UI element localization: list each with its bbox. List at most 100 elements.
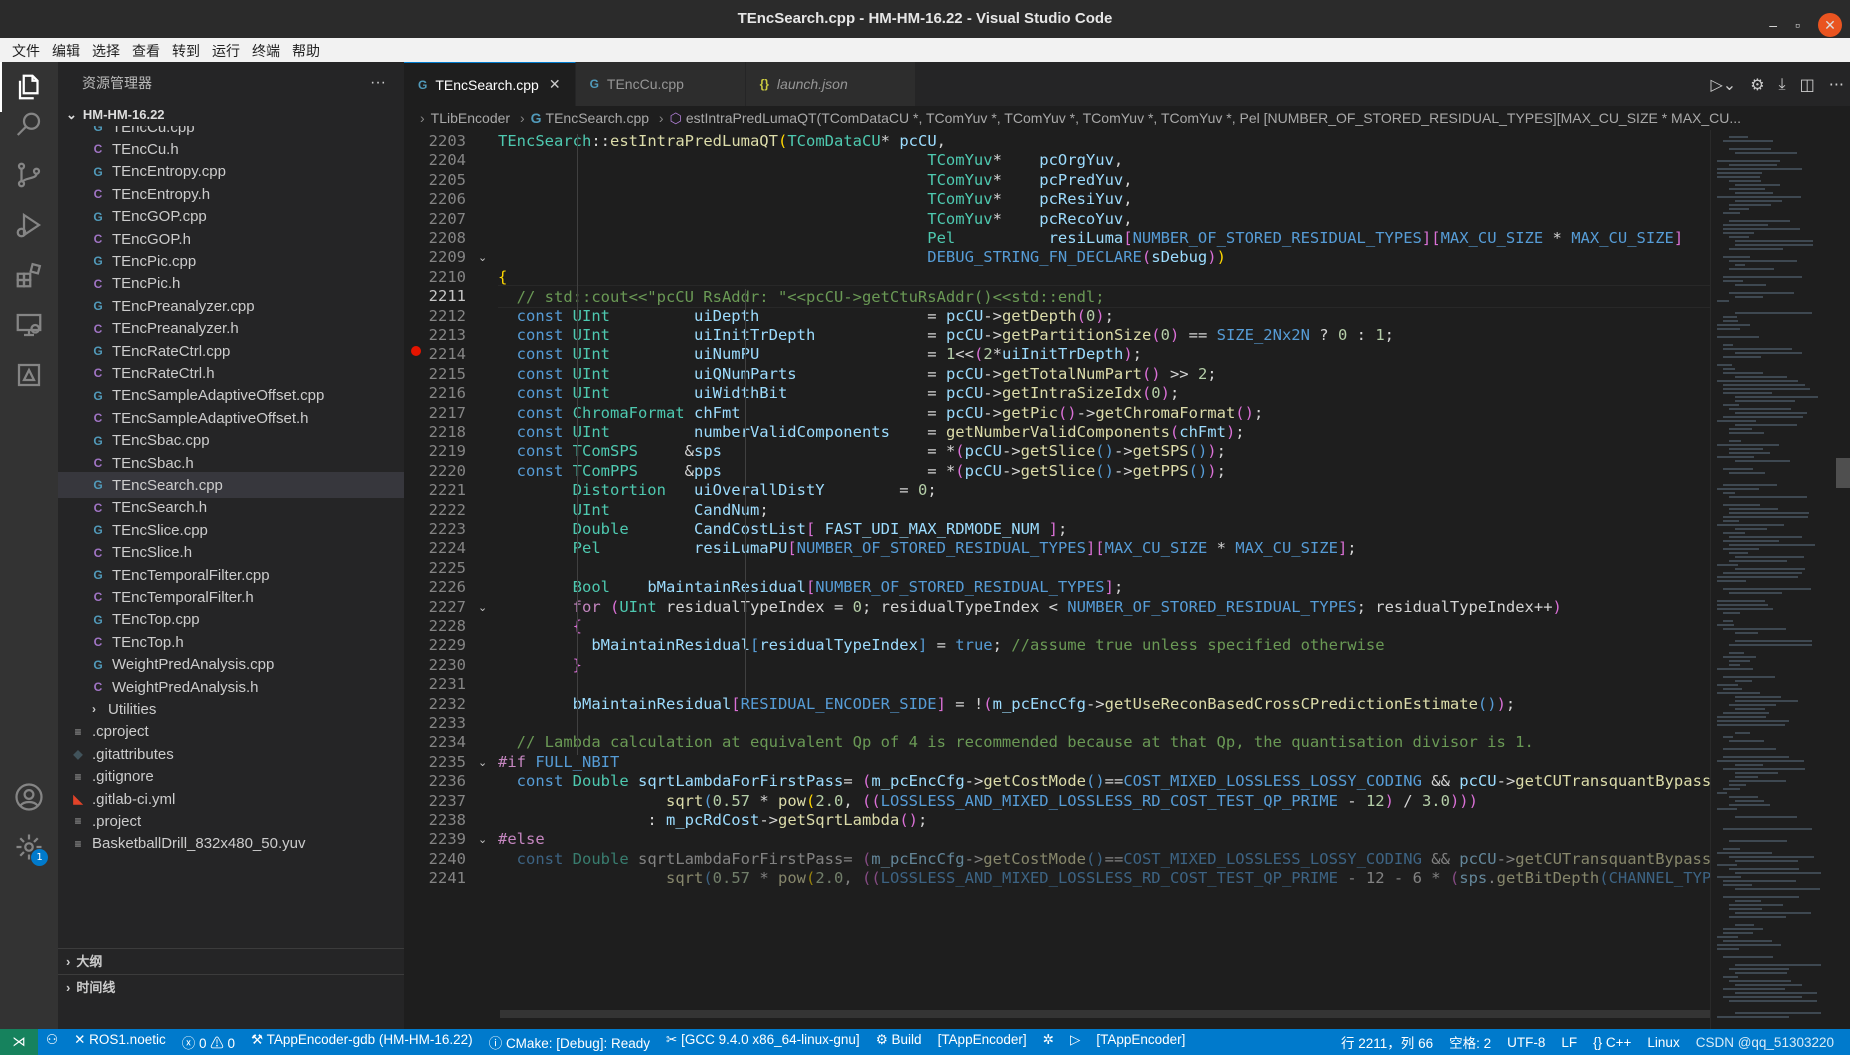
language-mode[interactable]: {} C++ bbox=[1585, 1035, 1639, 1050]
run-debug-dropdown-icon[interactable]: ▷⌄ bbox=[1710, 75, 1736, 94]
menu-go[interactable]: 转到 bbox=[166, 38, 206, 62]
file-item[interactable]: ≡ BasketballDrill_832x480_50.yuv bbox=[58, 831, 404, 857]
code-token: Pel bbox=[498, 229, 956, 247]
menu-file[interactable]: 文件 bbox=[6, 38, 46, 62]
debug-button[interactable]: ✲ bbox=[1035, 1032, 1062, 1052]
breadcrumb-item[interactable]: › TLibEncoder bbox=[414, 110, 510, 126]
ros-status[interactable]: ✕ ROS1.noetic bbox=[66, 1032, 174, 1052]
horizontal-scrollbar[interactable] bbox=[500, 1010, 1710, 1018]
minimap-line bbox=[1729, 164, 1777, 166]
remote-explorer-icon[interactable] bbox=[0, 300, 58, 350]
workspace-root[interactable]: ⌄ HM-HM-16.22 bbox=[58, 104, 404, 126]
download-icon[interactable]: ⤓ bbox=[1779, 74, 1786, 94]
debug-target[interactable]: ⚒ TAppEncoder-gdb (HM-HM-16.22) bbox=[243, 1032, 481, 1052]
more-actions-icon[interactable]: ··· bbox=[370, 62, 386, 104]
minimap-line bbox=[1723, 932, 1753, 934]
menu-edit[interactable]: 编辑 bbox=[46, 38, 86, 62]
minimap[interactable] bbox=[1710, 130, 1836, 1029]
code-token: NUMBER_OF_STORED_RESIDUAL_TYPES bbox=[796, 539, 1086, 558]
problems-counter[interactable]: ⓧ 0 ⚠ 0 bbox=[174, 1032, 243, 1052]
gear-icon[interactable]: 1 bbox=[0, 822, 58, 872]
account-icon[interactable] bbox=[0, 772, 58, 822]
run-debug-icon[interactable] bbox=[0, 200, 58, 250]
run-button[interactable]: ▷ bbox=[1062, 1032, 1088, 1052]
encoding[interactable]: UTF-8 bbox=[1499, 1035, 1553, 1050]
code-line[interactable]: sqrt(0.57 * pow(2.0, ((LOSSLESS_AND_MIXE… bbox=[498, 867, 1710, 890]
line-ending[interactable]: LF bbox=[1553, 1035, 1585, 1050]
code-editor[interactable]: 2203 2204 2205 2206 2207 2208 2209 ⌄ 2210 2211 221… bbox=[404, 130, 1710, 1029]
source-control-icon[interactable] bbox=[0, 150, 58, 200]
minimap-line bbox=[1729, 740, 1764, 742]
fold-chevron-icon[interactable]: ⌄ bbox=[478, 828, 487, 851]
search-icon[interactable] bbox=[0, 100, 58, 150]
menu-help[interactable]: 帮助 bbox=[286, 38, 326, 62]
code-token: resiLuma bbox=[1048, 229, 1124, 247]
code-token: ] bbox=[917, 636, 928, 655]
code-token: ( bbox=[1449, 869, 1460, 888]
close-window-button[interactable]: ✕ bbox=[1818, 13, 1842, 37]
code-line[interactable]: : m_pcRdCost->getSqrtLambda(); bbox=[498, 809, 927, 832]
code-token: 0.57 bbox=[712, 869, 750, 888]
minimap-line bbox=[1723, 232, 1754, 234]
breadcrumb-item[interactable]: › ⬡ estIntraPredLumaQT(TComDataCU *, TComY… bbox=[653, 110, 1741, 126]
code-area[interactable]: TEncSearch::estIntraPredLumaQT(TComDataC… bbox=[498, 130, 1710, 1029]
menu-view[interactable]: 查看 bbox=[126, 38, 166, 62]
timeline-section[interactable]: › 时间线 bbox=[58, 974, 404, 1000]
platform[interactable]: Linux bbox=[1639, 1035, 1687, 1050]
breadcrumb-item[interactable]: › G TEncSearch.cpp bbox=[514, 110, 649, 126]
code-token: Double bbox=[498, 520, 629, 538]
git-file-icon: ◆ bbox=[73, 747, 83, 762]
build-button[interactable]: ⚙ Build bbox=[868, 1032, 930, 1052]
build-target[interactable]: [TAppEncoder] bbox=[930, 1032, 1035, 1052]
code-token: ] bbox=[1104, 578, 1114, 597]
code-line[interactable]: } bbox=[498, 654, 582, 677]
menu-terminal[interactable]: 终端 bbox=[246, 38, 286, 62]
fold-chevron-icon[interactable]: ⌄ bbox=[478, 596, 487, 619]
fold-chevron-icon[interactable]: ⌄ bbox=[478, 246, 487, 269]
chevron-down-icon: ⌄ bbox=[66, 107, 77, 122]
close-icon[interactable]: ✕ bbox=[549, 76, 561, 93]
code-token: ; residualTypeIndex++ bbox=[1356, 597, 1553, 616]
code-line[interactable]: for (UInt residualTypeIndex = 0; residua… bbox=[498, 596, 1562, 619]
code-token: :: bbox=[591, 132, 610, 150]
scrollbar-thumb[interactable] bbox=[1836, 458, 1850, 488]
code-token: (( bbox=[862, 869, 881, 888]
debug-port-icon[interactable]: ⚇ bbox=[38, 1032, 66, 1052]
code-line[interactable]: Pel resiLumaPU[NUMBER_OF_STORED_RESIDUAL… bbox=[498, 537, 1357, 560]
indentation[interactable]: 空格: 2 bbox=[1441, 1032, 1499, 1052]
breakpoint-hint-icon[interactable] bbox=[411, 346, 421, 356]
gear-icon[interactable]: ⚙ bbox=[1750, 75, 1764, 94]
extensions-icon[interactable] bbox=[0, 250, 58, 300]
code-token: -> bbox=[1113, 442, 1133, 461]
code-token: ( bbox=[703, 791, 713, 810]
cursor-position[interactable]: 行 2211，列 66 bbox=[1333, 1032, 1441, 1052]
more-actions-icon[interactable]: ··· bbox=[1829, 75, 1844, 94]
code-token: = * bbox=[721, 461, 956, 480]
code-line[interactable]: bMaintainResidual[residualTypeIndex] = t… bbox=[498, 634, 1384, 657]
tab-tenccu-cpp[interactable]: G TEncCu.cpp bbox=[575, 62, 746, 106]
cpp-file-icon: G bbox=[93, 612, 103, 627]
menu-run[interactable]: 运行 bbox=[206, 38, 246, 62]
outline-section[interactable]: › 大纲 bbox=[58, 948, 404, 974]
launch-target[interactable]: [TAppEncoder] bbox=[1088, 1032, 1193, 1052]
vertical-scrollbar[interactable] bbox=[1836, 130, 1850, 1029]
cmake-icon[interactable] bbox=[0, 350, 58, 400]
code-token: [ bbox=[1123, 229, 1133, 247]
code-line[interactable]: // Lambda calculation at equivalent Qp o… bbox=[498, 731, 1534, 754]
code-token: * bbox=[880, 132, 900, 150]
code-token: const bbox=[498, 384, 573, 403]
minimap-line bbox=[1723, 320, 1738, 322]
split-editor-icon[interactable]: ◫ bbox=[1800, 75, 1815, 94]
cpp-file-icon: G bbox=[93, 478, 103, 493]
compiler-kit[interactable]: ✂ [GCC 9.4.0 x86_64-linux-gnu] bbox=[658, 1032, 868, 1052]
menu-selection[interactable]: 选择 bbox=[86, 38, 126, 62]
fold-chevron-icon[interactable]: ⌄ bbox=[478, 751, 487, 774]
tab-tencsearch-cpp[interactable]: G TEncSearch.cpp ✕ bbox=[404, 62, 576, 106]
code-line[interactable]: DEBUG_STRING_FN_DECLARE(sDebug)) bbox=[498, 246, 1226, 269]
cmake-status[interactable]: ⓘ CMake: [Debug]: Ready bbox=[481, 1032, 658, 1052]
tab-launch-json[interactable]: {} launch.json bbox=[745, 62, 916, 106]
remote-icon[interactable]: ⋊ bbox=[0, 1029, 38, 1055]
minimap-line bbox=[1729, 472, 1765, 474]
code-line[interactable]: bMaintainResidual[RESIDUAL_ENCODER_SIDE]… bbox=[498, 693, 1516, 716]
